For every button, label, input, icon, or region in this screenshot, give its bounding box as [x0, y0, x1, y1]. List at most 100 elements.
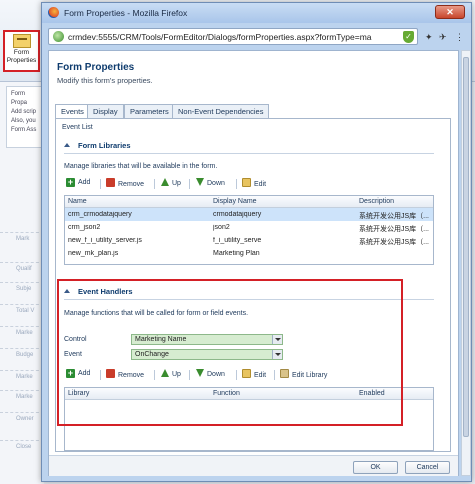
form-properties-tooltip: Form Propa Add scrip Also, you Form Ass: [6, 86, 46, 148]
form-properties-ribbon-button[interactable]: Form Properties: [3, 30, 40, 72]
form-libraries-toolbar: + Add Remove Up Down Edit: [64, 177, 434, 191]
section-divider: [64, 153, 434, 154]
cancel-button[interactable]: Cancel: [405, 461, 450, 474]
form-properties-button-label: Form Properties: [6, 49, 37, 64]
tab-events[interactable]: Events: [55, 104, 90, 119]
placeholder-field: Marke: [0, 326, 44, 340]
form-libraries-grid: Name Display Name Description crm_crmoda…: [64, 195, 434, 265]
placeholder-field: Total V: [0, 304, 44, 318]
event-label: Event: [64, 351, 82, 358]
handlers-up-button[interactable]: Up: [161, 369, 181, 378]
chevron-down-icon[interactable]: [272, 350, 282, 359]
pin-icon[interactable]: ✈: [439, 32, 447, 43]
event-handlers-toolbar: + Add Remove Up Down Edit Edit Library: [64, 368, 434, 382]
placeholder-field: Qualif: [0, 262, 44, 276]
window-title: Form Properties - Mozilla Firefox: [64, 8, 188, 18]
event-list-label: Event List: [62, 124, 93, 131]
menu-dots-icon[interactable]: ⋮: [455, 32, 464, 43]
dialog-footer: OK Cancel: [49, 455, 458, 476]
toolbar-divider: [274, 370, 275, 380]
down-arrow-icon: [196, 369, 204, 377]
placeholder-field: Close: [0, 440, 44, 454]
remove-icon: [106, 178, 115, 187]
window-close-button[interactable]: ✕: [435, 5, 465, 19]
column-display-name[interactable]: Display Name: [213, 198, 257, 205]
form-libraries-heading[interactable]: Form Libraries: [64, 141, 131, 150]
control-select[interactable]: Marketing Name: [131, 334, 283, 345]
toolbar-divider: [189, 179, 190, 189]
toolbar-divider: [236, 370, 237, 380]
placeholder-field: Marke: [0, 390, 44, 404]
window-titlebar: Form Properties - Mozilla Firefox ✕: [42, 3, 471, 23]
toolbar-divider: [154, 370, 155, 380]
handlers-edit-library-button[interactable]: Edit Library: [280, 369, 327, 379]
control-label: Control: [64, 336, 87, 343]
event-select[interactable]: OnChange: [131, 349, 283, 360]
firefox-icon: [48, 7, 59, 18]
security-shield-icon[interactable]: ✓: [403, 31, 414, 43]
ok-button[interactable]: OK: [353, 461, 398, 474]
chevron-down-icon[interactable]: [272, 335, 282, 344]
handlers-down-button[interactable]: Down: [196, 369, 225, 378]
form-properties-icon: [12, 34, 31, 48]
event-handlers-description: Manage functions that will be called for…: [64, 310, 249, 317]
tab-display[interactable]: Display: [87, 104, 124, 118]
placeholder-field: Marke: [0, 370, 44, 384]
handlers-edit-button[interactable]: Edit: [242, 369, 266, 379]
collapse-arrow-icon: [64, 289, 70, 293]
column-name[interactable]: Name: [68, 198, 87, 205]
tab-parameters[interactable]: Parameters: [124, 104, 175, 118]
table-row[interactable]: crm_crmodatajquery crmodatajquery 系统开发公用…: [65, 208, 433, 221]
handlers-add-button[interactable]: + Add: [66, 369, 90, 378]
section-divider: [64, 299, 434, 300]
down-arrow-icon: [196, 178, 204, 186]
event-handlers-grid: Library Function Enabled: [64, 387, 434, 451]
libraries-down-button[interactable]: Down: [196, 178, 225, 187]
up-arrow-icon: [161, 369, 169, 377]
edit-library-icon: [280, 369, 289, 378]
placeholder-field: Subje: [0, 282, 44, 296]
libraries-add-button[interactable]: + Add: [66, 178, 90, 187]
address-url: crmdev:5555/CRM/Tools/FormEditor/Dialogs…: [68, 32, 372, 42]
add-icon: +: [66, 368, 75, 378]
table-row[interactable]: new_mk_plan.js Marketing Plan: [65, 247, 433, 260]
dialog-header: Form Properties Modify this form's prope…: [49, 51, 458, 96]
remove-icon: [106, 369, 115, 378]
libraries-remove-button[interactable]: Remove: [106, 178, 144, 188]
firefox-dialog-window: Form Properties - Mozilla Firefox ✕ crmd…: [41, 2, 472, 482]
toolbar-divider: [189, 370, 190, 380]
scrollbar-thumb[interactable]: [463, 57, 469, 437]
toolbar-divider: [100, 370, 101, 380]
edit-icon: [242, 178, 251, 187]
form-libraries-description: Manage libraries that will be available …: [64, 163, 218, 170]
column-function[interactable]: Function: [213, 390, 240, 397]
grid-header: Name Display Name Description: [65, 196, 433, 208]
table-row[interactable]: new_f_i_utility_server.js f_i_utility_se…: [65, 234, 433, 247]
placeholder-field: Budge: [0, 348, 44, 362]
libraries-edit-button[interactable]: Edit: [242, 178, 266, 188]
edit-icon: [242, 369, 251, 378]
dialog-subtitle: Modify this form's properties.: [57, 76, 153, 85]
table-row[interactable]: crm_json2 json2 系统开发公用JS库（...: [65, 221, 433, 234]
column-library[interactable]: Library: [68, 390, 89, 397]
toolbar-divider: [154, 179, 155, 189]
grid-header: Library Function Enabled: [65, 388, 433, 400]
placeholder-field: Owner: [0, 412, 44, 426]
toolbar-divider: [236, 179, 237, 189]
up-arrow-icon: [161, 178, 169, 186]
column-enabled[interactable]: Enabled: [359, 390, 385, 397]
handlers-remove-button[interactable]: Remove: [106, 369, 144, 379]
add-icon: +: [66, 177, 75, 187]
column-description[interactable]: Description: [359, 198, 394, 205]
vertical-scrollbar[interactable]: [461, 50, 471, 476]
libraries-up-button[interactable]: Up: [161, 178, 181, 187]
tab-non-event-dependencies[interactable]: Non-Event Dependencies: [172, 104, 270, 118]
address-bar[interactable]: crmdev:5555/CRM/Tools/FormEditor/Dialogs…: [48, 28, 418, 45]
dialog-title: Form Properties: [57, 62, 135, 73]
site-globe-icon: [53, 31, 64, 42]
puzzle-icon[interactable]: ✦: [425, 32, 433, 43]
events-tab-panel: Event List Form Libraries Manage librari…: [55, 118, 451, 452]
dialog-content: Form Properties Modify this form's prope…: [48, 50, 459, 476]
event-handlers-heading[interactable]: Event Handlers: [64, 287, 133, 296]
placeholder-field: Mark: [0, 232, 44, 246]
